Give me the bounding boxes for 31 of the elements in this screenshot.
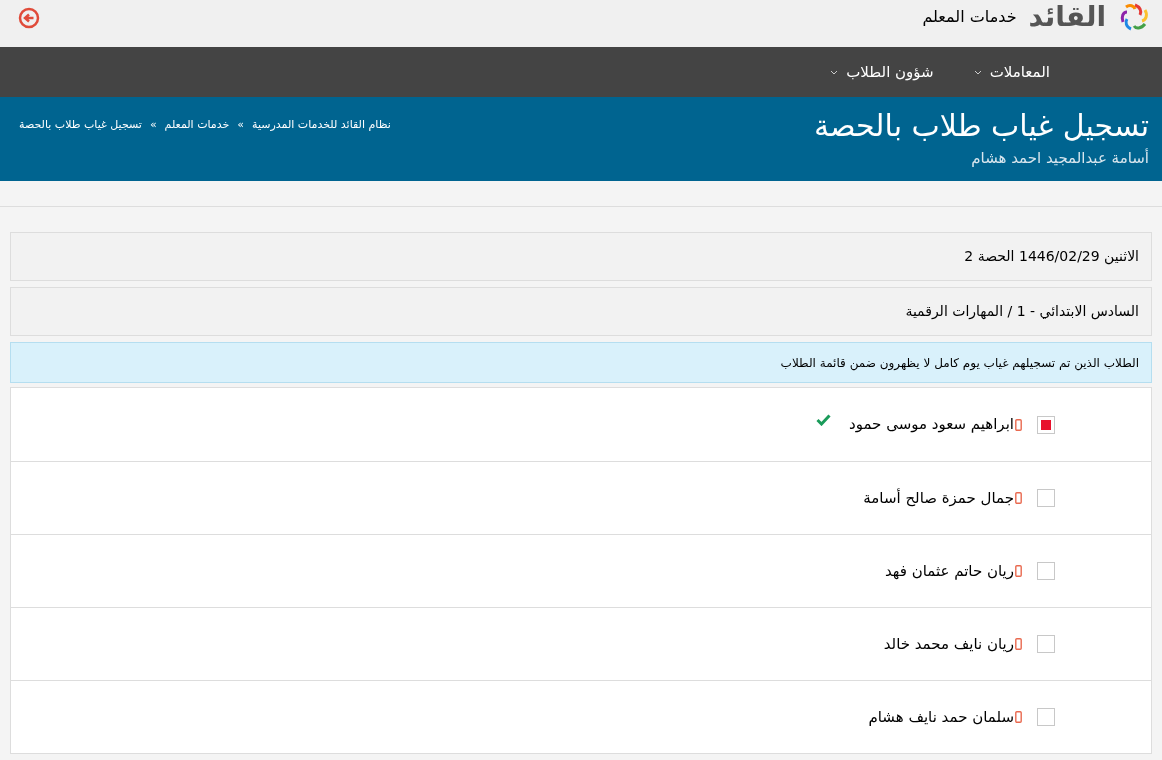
class-subject-panel: السادس الابتدائي - 1 / المهارات الرقمية (10, 287, 1152, 336)
breadcrumb-link[interactable]: خدمات المعلم (164, 117, 230, 134)
section-title: خدمات المعلم (922, 6, 1017, 28)
info-notice: الطلاب الذين تم تسجيلهم غياب يوم كامل لا يظهرون ضمن قائمة الطلاب (10, 342, 1152, 383)
absence-checkbox[interactable] (1037, 489, 1055, 507)
logo-text: القائد (1028, 3, 1106, 31)
student-name: ريان حاتم عثمان فهد (885, 560, 1014, 582)
mobile-phone-icon (1015, 418, 1022, 431)
mobile-phone-icon (1015, 711, 1022, 723)
breadcrumb-separator: » (237, 117, 245, 133)
absence-checkbox[interactable] (1037, 635, 1055, 653)
student-name: ريان نايف محمد خالد (883, 633, 1014, 655)
absence-checkbox[interactable] (1037, 415, 1055, 434)
absence-checkbox[interactable] (1037, 708, 1055, 726)
mobile-phone-icon (1015, 565, 1022, 577)
mobile-phone-icon (1015, 492, 1022, 504)
student-name: سلمان حمد نايف هشام (868, 706, 1014, 728)
breadcrumb-separator: » (149, 117, 157, 133)
student-name: جمال حمزة صالح أسامة (863, 487, 1014, 509)
teacher-name: أسامة عبدالمجيد احمد هشام (970, 147, 1149, 169)
breadcrumb-link[interactable]: نظام القائد للخدمات المدرسية (252, 117, 391, 134)
mobile-phone-icon (1015, 638, 1022, 650)
absence-checkbox[interactable] (1037, 562, 1055, 580)
student-name: ابراهيم سعود موسى حمود (849, 414, 1014, 436)
nav-menu-item[interactable]: شؤون الطلاب (830, 60, 934, 84)
chevron-down-icon (973, 69, 982, 75)
nav-menu-item[interactable]: المعاملات (973, 60, 1050, 84)
session-date-panel: الاثنين 1446/02/29 الحصة 2 (10, 232, 1152, 281)
page-title: تسجيل غياب طلاب بالحصة (813, 107, 1149, 145)
chevron-down-icon (830, 69, 839, 75)
back-button[interactable] (18, 7, 40, 29)
